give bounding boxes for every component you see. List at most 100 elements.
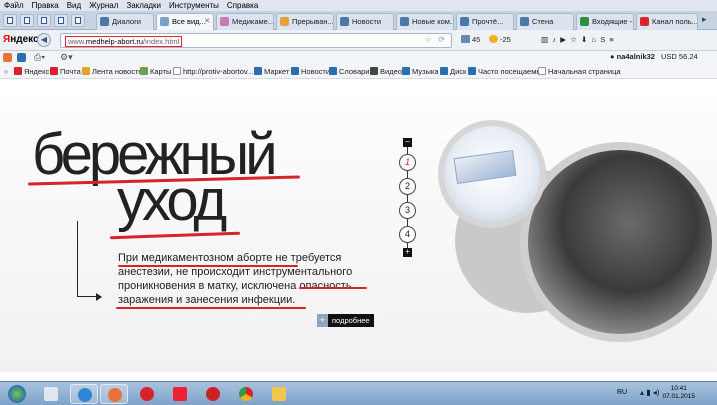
language-indicator[interactable]: RU: [617, 389, 627, 396]
currency-widget[interactable]: USD 56.24: [661, 52, 698, 61]
bookmark-most-visited[interactable]: Часто посещаемые: [468, 65, 546, 79]
settings-icon[interactable]: ⚙▾: [60, 52, 73, 63]
bookmark-dictionaries[interactable]: Словари: [329, 65, 369, 79]
url-field[interactable]: www.medhelp-abort.ru/index.html ☆ ⟳: [60, 33, 452, 48]
addon-icon-2[interactable]: [17, 53, 26, 62]
page-icon: [58, 17, 64, 24]
folder-icon: [468, 67, 476, 75]
taskbar-explorer[interactable]: [37, 384, 65, 404]
tab-dialogs[interactable]: Диалоги: [96, 13, 154, 30]
menu-bookmarks[interactable]: Закладки: [122, 0, 165, 11]
tab-label: Стена: [532, 17, 554, 26]
menu-help[interactable]: Справка: [223, 0, 262, 11]
menu-icon[interactable]: ≡: [609, 35, 613, 44]
bookmark-disk[interactable]: Диск: [440, 65, 466, 79]
start-button[interactable]: [6, 384, 28, 404]
sun-icon: [489, 35, 498, 43]
user-widget[interactable]: ● na4alnik32: [610, 52, 655, 61]
taskbar-folder[interactable]: [265, 384, 293, 404]
tab-wall[interactable]: Стена: [516, 13, 574, 30]
back-button[interactable]: ◀: [37, 33, 51, 47]
vk-icon: [100, 17, 109, 26]
taskbar-opera[interactable]: [133, 384, 161, 404]
taskbar-yandex[interactable]: [166, 384, 194, 404]
bookmark-news[interactable]: Новости: [291, 65, 330, 79]
pager-next-button[interactable]: +: [403, 248, 412, 257]
print-icon[interactable]: ⎙▾: [34, 52, 45, 63]
vk-icon: [520, 17, 529, 26]
addon-icon[interactable]: [3, 53, 12, 62]
tab-label: Новости: [352, 17, 382, 26]
bookmark-music[interactable]: Музыка: [402, 65, 439, 79]
more-label: подробнее: [332, 316, 370, 325]
bookmarks-menu-icon[interactable]: »: [4, 65, 8, 79]
clock[interactable]: 10:41 07.01.2015: [662, 385, 695, 401]
close-icon[interactable]: ✕: [204, 14, 210, 29]
tab-label: Канал поль...: [652, 17, 698, 26]
pager-item-1[interactable]: 1: [399, 154, 416, 171]
menu-bar: Файл Правка Вид Журнал Закладки Инструме…: [0, 0, 717, 11]
pager-item-3[interactable]: 3: [399, 202, 416, 219]
bookmark-video[interactable]: Видео: [370, 65, 402, 79]
folder-icon: [254, 67, 262, 75]
url-text[interactable]: www.medhelp-abort.ru/index.html: [65, 36, 183, 47]
tab-news[interactable]: Новости: [336, 13, 394, 30]
slide-pager: – 1 2 3 4 +: [397, 138, 419, 258]
cards-icon[interactable]: ▥: [541, 35, 548, 44]
tab-active[interactable]: Все вид... ✕: [156, 13, 214, 30]
tab-scroll-right-icon[interactable]: ▸: [702, 14, 707, 25]
bookmark-start-page[interactable]: Начальная страница: [538, 65, 621, 79]
bookmark-news-feed[interactable]: Лента новостей: [82, 65, 147, 79]
menu-tools[interactable]: Инструменты: [165, 0, 223, 11]
tab-channel[interactable]: Канал поль...: [636, 13, 698, 30]
menu-edit[interactable]: Правка: [28, 0, 63, 11]
tab-medikame[interactable]: Медикаме...: [216, 13, 274, 30]
more-button[interactable]: + подробнее: [317, 314, 374, 327]
menu-history[interactable]: Журнал: [85, 0, 122, 11]
bookmarks-bar: » Яндекс Почта Лента новостей Карты http…: [0, 65, 717, 79]
menu-view[interactable]: Вид: [63, 0, 85, 11]
mail-counter[interactable]: 45: [461, 35, 480, 44]
bookmark-mail[interactable]: Почта: [50, 65, 81, 79]
taskbar-app[interactable]: [199, 384, 227, 404]
tab-preryvan[interactable]: Прерыван...: [276, 13, 334, 30]
pinned-tab-4[interactable]: [54, 14, 68, 27]
bookmark-maps[interactable]: Карты: [140, 65, 171, 79]
weather-widget[interactable]: -25: [489, 35, 511, 44]
url-actions-icon[interactable]: ☆ ⟳: [425, 35, 447, 44]
taskbar-firefox[interactable]: [100, 384, 128, 404]
pager-prev-button[interactable]: –: [403, 138, 412, 147]
tab-new-comments[interactable]: Новые ком...: [396, 13, 454, 30]
tab-read[interactable]: Прочтё...: [456, 13, 514, 30]
bookmark-market[interactable]: Маркет: [254, 65, 289, 79]
download-icon[interactable]: ⬇: [581, 35, 587, 44]
page-icon: [75, 17, 81, 24]
taskbar: RU ▴ ▮ ◂) 10:41 07.01.2015: [0, 381, 717, 405]
pinned-tab-5[interactable]: [71, 14, 85, 27]
tab-inbox[interactable]: Входящие -...: [576, 13, 634, 30]
taskbar-ie[interactable]: [70, 384, 98, 404]
menu-file[interactable]: Файл: [0, 0, 28, 11]
bookmark-icon[interactable]: ☆: [570, 35, 577, 44]
mail-icon: [50, 67, 58, 75]
vk-icon: [340, 17, 349, 26]
clock-date: 07.01.2015: [662, 393, 695, 400]
toolbar-icons[interactable]: ▥ ♪ ▶ ☆ ⬇ ⌂ S ≡: [541, 35, 614, 44]
taskbar-chrome[interactable]: [232, 384, 260, 404]
pinned-tab-2[interactable]: [20, 14, 34, 27]
pinned-tab-1[interactable]: [3, 14, 17, 27]
pager-item-2[interactable]: 2: [399, 178, 416, 195]
opera-icon: [140, 387, 154, 401]
play-icon[interactable]: ▶: [560, 35, 566, 44]
bookmark-yandex[interactable]: Яндекс: [14, 65, 49, 79]
explorer-icon: [44, 387, 58, 401]
yandex-logo[interactable]: Яндекс: [3, 34, 39, 45]
sound-icon[interactable]: ♪: [552, 35, 556, 44]
skype-icon[interactable]: S: [600, 35, 605, 44]
address-bar: Яндекс ◀ www.medhelp-abort.ru/index.html…: [0, 30, 717, 51]
bookmark-protiv[interactable]: http://protiv-abortov...: [173, 65, 253, 79]
tray-icons[interactable]: ▴ ▮ ◂): [640, 388, 660, 397]
pager-item-4[interactable]: 4: [399, 226, 416, 243]
pinned-tab-3[interactable]: [37, 14, 51, 27]
home-icon[interactable]: ⌂: [592, 35, 597, 44]
